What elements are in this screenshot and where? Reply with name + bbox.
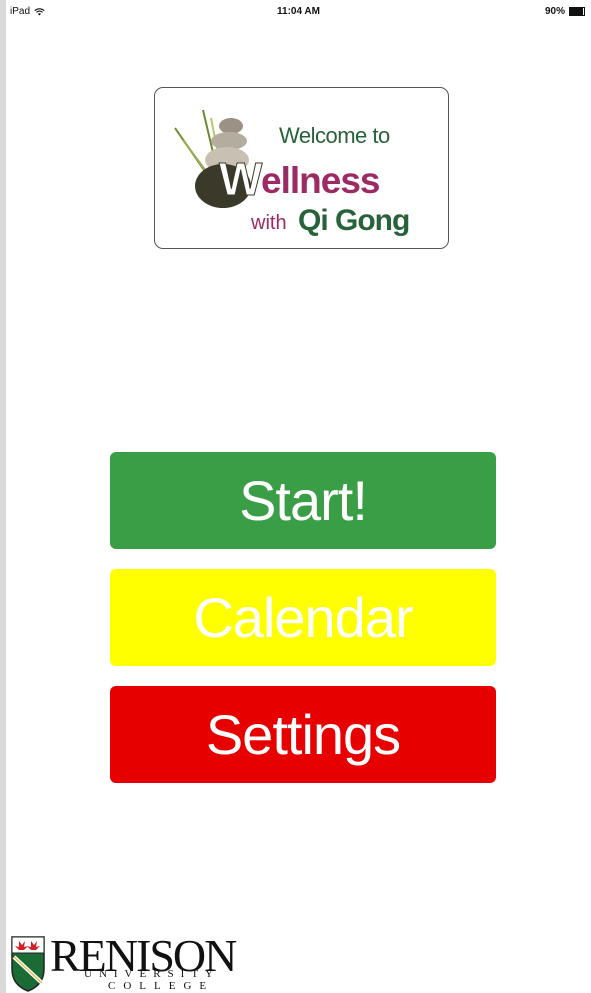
settings-button[interactable]: Settings bbox=[110, 686, 496, 783]
logo-big-letter: W bbox=[218, 153, 263, 205]
renison-logo: RENISON UNIVERSITY COLLEGE bbox=[10, 933, 237, 993]
renison-university: UNIVERSITY bbox=[84, 968, 220, 980]
logo-welcome-text: Welcome to bbox=[279, 123, 390, 148]
status-time: 11:04 AM bbox=[277, 6, 320, 17]
logo-qigong-text: Qi Gong bbox=[298, 204, 410, 237]
battery-icon bbox=[569, 7, 585, 16]
status-right: 90% bbox=[545, 6, 585, 17]
crest-icon bbox=[11, 936, 45, 992]
screen-edge bbox=[0, 0, 6, 993]
wellness-logo: Welcome to W ellness with Qi Gong bbox=[154, 87, 449, 249]
logo-with-text: with bbox=[251, 212, 287, 234]
start-button[interactable]: Start! bbox=[110, 452, 496, 549]
calendar-button[interactable]: Calendar bbox=[110, 569, 496, 666]
status-bar: iPad 11:04 AM 90% bbox=[6, 0, 591, 22]
battery-fill bbox=[570, 8, 583, 15]
battery-percent: 90% bbox=[544, 6, 565, 17]
logo-wellness-text: ellness bbox=[261, 160, 380, 201]
renison-college: COLLEGE bbox=[108, 980, 215, 992]
